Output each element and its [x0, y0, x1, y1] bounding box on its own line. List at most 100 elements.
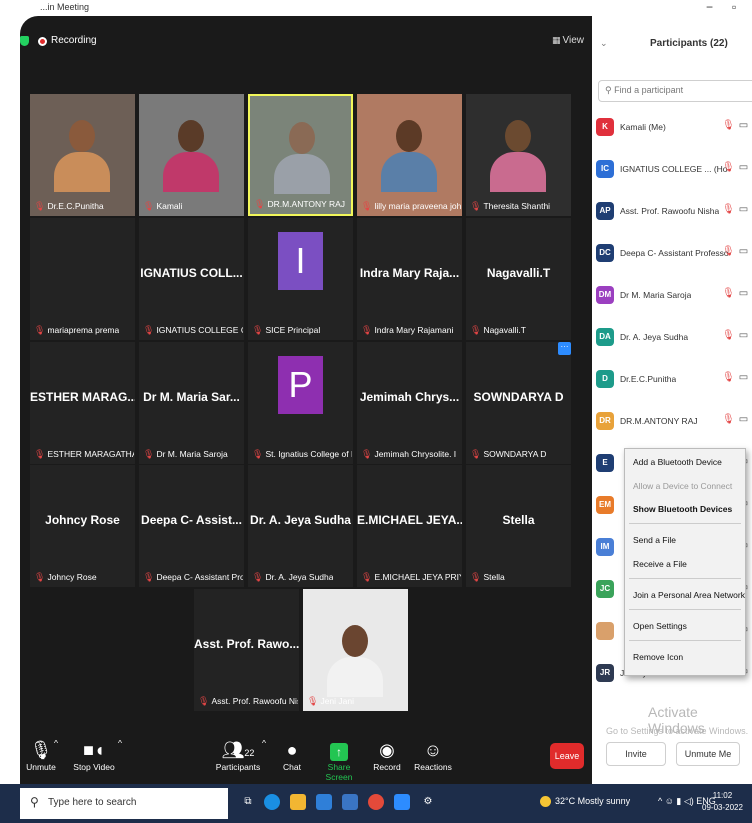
participants-chevron-icon[interactable]: ^: [262, 738, 266, 748]
video-tile[interactable]: Jemimah Chrys... 🎙︎ Jemimah Chrysolite. I: [357, 342, 462, 464]
unmute-label: Unmute: [26, 762, 56, 772]
view-button[interactable]: ▦ View: [552, 35, 584, 46]
mic-muted-icon: 🎙︎: [722, 330, 735, 341]
invite-button[interactable]: Invite: [606, 742, 666, 766]
participant-row[interactable]: DA Dr. A. Jeya Sudha 🎙︎ ▭: [596, 324, 752, 354]
participant-row[interactable]: AP Asst. Prof. Rawoofu Nisha 🎙︎ ▭: [596, 198, 752, 228]
stop-video-label: Stop Video: [73, 762, 115, 772]
video-tile[interactable]: IGNATIUS COLL... 🎙︎IGNATIUS COLLEGE OF ED…: [139, 218, 244, 340]
video-tile[interactable]: Johncy Rose 🎙︎ Johncy Rose: [30, 465, 135, 587]
participant-row[interactable]: D Dr.E.C.Punitha 🎙︎ ▭: [596, 366, 752, 396]
file-explorer-icon[interactable]: [290, 794, 306, 810]
mic-muted-icon: 🎙︎: [722, 120, 735, 131]
menu-add-bluetooth-device[interactable]: Add a Bluetooth Device: [633, 457, 722, 467]
chevron-down-icon[interactable]: ⌄: [600, 38, 608, 49]
store-icon[interactable]: [316, 794, 332, 810]
mic-muted-icon: 🎙︎: [361, 201, 373, 211]
participant-row[interactable]: DC Deepa C- Assistant Professor 🎙︎ ▭: [596, 240, 752, 270]
participant-row[interactable]: IC IGNATIUS COLLEGE ... (Host) ®🎙︎▭: [596, 156, 752, 186]
mic-muted-icon: 🎙︎: [143, 449, 155, 459]
menu-show-bluetooth-devices[interactable]: Show Bluetooth Devices: [633, 504, 732, 514]
clock-date: 09-03-2022: [702, 803, 743, 812]
grid-icon: ▦: [551, 35, 561, 45]
unmute-me-button[interactable]: Unmute Me: [676, 742, 740, 766]
participants-button[interactable]: 👥︎22 Participants: [214, 738, 262, 772]
video-tile[interactable]: Dr. A. Jeya Sudha 🎙︎ Dr. A. Jeya Sudha: [248, 465, 353, 587]
video-tile[interactable]: Asst. Prof. Rawo... 🎙︎ Asst. Prof. Rawoofu…: [194, 589, 299, 711]
camera-icon: ▭: [738, 246, 749, 257]
tile-name-text: Stella: [483, 572, 505, 582]
participant-video-body: [490, 152, 546, 192]
taskbar-search-input[interactable]: ⚲ Type here to search: [20, 788, 228, 819]
tile-name-text: Johncy Rose: [47, 572, 97, 582]
video-options-chevron-icon[interactable]: ^: [118, 738, 122, 748]
participant-row[interactable]: K Kamali (Me) 🎙︎ ▭: [596, 114, 752, 144]
video-tile[interactable]: ESTHER MARAG... 🎙︎ESTHER MARAGATHAMANI: [30, 342, 135, 464]
menu-join-pan[interactable]: Join a Personal Area Network: [633, 590, 745, 600]
video-tile[interactable]: Stella 🎙︎ Stella: [466, 465, 571, 587]
participant-search-input[interactable]: ⚲ Find a participant: [598, 80, 752, 102]
taskbar-clock[interactable]: 11:02 09-03-2022: [702, 790, 743, 814]
video-tile[interactable]: Nagavalli.T 🎙︎ Nagavalli.T: [466, 218, 571, 340]
video-tile[interactable]: 🎙︎ Theresita Shanthi: [466, 94, 571, 216]
edge-browser-icon[interactable]: [264, 794, 280, 810]
record-button[interactable]: ◉ Record: [370, 738, 404, 772]
video-tile[interactable]: Deepa C- Assist... 🎙︎ Deepa C- Assistant P…: [139, 465, 244, 587]
menu-allow-device-connect[interactable]: Allow a Device to Connect: [633, 481, 732, 491]
video-tile[interactable]: 🎙︎ DR.M.ANTONY RAJ: [248, 94, 353, 216]
tile-name-text: lilly maria praveena john: [374, 201, 461, 211]
tile-name-label: 🎙︎ E.MICHAEL JEYA PRIYA: [361, 572, 461, 583]
audio-options-chevron-icon[interactable]: ^: [54, 738, 58, 748]
tile-display-name: Stella: [502, 513, 535, 527]
tile-name-label: 🎙︎ DR.M.ANTONY RAJ: [254, 199, 345, 210]
leave-button[interactable]: Leave: [550, 743, 584, 769]
participant-video-body: [381, 152, 437, 192]
chat-button[interactable]: ● Chat: [278, 738, 306, 772]
video-tile[interactable]: SOWNDARYA D ··· 🎙︎ SOWNDARYA D: [466, 342, 571, 464]
video-tile[interactable]: I 🎙︎ SICE Principal: [248, 218, 353, 340]
video-tile[interactable]: 🎙︎ Dr.E.C.Punitha: [30, 94, 135, 216]
mic-muted-icon: 🎙︎: [198, 696, 210, 706]
menu-receive-file[interactable]: Receive a File: [633, 559, 687, 569]
chrome-icon[interactable]: [368, 794, 384, 810]
participant-search-placeholder: Find a participant: [614, 85, 684, 95]
participant-name: Dr. A. Jeya Sudha: [620, 332, 689, 342]
meeting-area: Recording ▦ View 🎙︎ Dr.E.C.Punitha 🎙︎ Kamali…: [20, 16, 592, 784]
more-options-icon[interactable]: ···: [558, 342, 571, 355]
unmute-button[interactable]: 🎙︎ Unmute: [24, 738, 58, 772]
maximize-button[interactable]: ▫: [732, 0, 736, 14]
shield-icon[interactable]: [20, 36, 29, 46]
video-tile[interactable]: 🎙︎ mariaprema prema: [30, 218, 135, 340]
mic-muted-icon: 🎙︎: [722, 414, 735, 425]
minimize-button[interactable]: −: [706, 0, 713, 14]
menu-divider: [629, 640, 741, 641]
zoom-app-icon[interactable]: [394, 794, 410, 810]
participant-avatar: AP: [596, 202, 614, 220]
weather-widget[interactable]: 32°C Mostly sunny: [540, 796, 631, 808]
tile-name-label: 🎙︎Deepa C- Assistant Profess...: [143, 572, 243, 583]
video-tile[interactable]: 🎙︎ Jeni Jani: [303, 589, 408, 711]
video-tile[interactable]: 🎙︎ lilly maria praveena john: [357, 94, 462, 216]
stop-video-button[interactable]: ■◖ Stop Video: [70, 738, 118, 772]
settings-gear-icon[interactable]: ⚙: [420, 794, 436, 810]
task-view-icon[interactable]: ⧉: [240, 794, 256, 810]
participant-row[interactable]: DR DR.M.ANTONY RAJ 🎙︎ ▭: [596, 408, 752, 438]
menu-send-file[interactable]: Send a File: [633, 535, 676, 545]
tile-display-name: Johncy Rose: [45, 513, 120, 527]
video-tile[interactable]: P 🎙︎St. Ignatius College of Educat...: [248, 342, 353, 464]
menu-open-settings[interactable]: Open Settings: [633, 621, 687, 631]
video-tile[interactable]: Indra Mary Raja... 🎙︎ Indra Mary Rajamani: [357, 218, 462, 340]
video-tile[interactable]: Dr M. Maria Sar... 🎙︎ Dr M. Maria Saroja: [139, 342, 244, 464]
participant-name: Asst. Prof. Rawoofu Nisha: [620, 206, 720, 216]
video-tile[interactable]: E.MICHAEL JEYA... 🎙︎ E.MICHAEL JEYA PRIYA: [357, 465, 462, 587]
share-screen-button[interactable]: ↑ Share Screen: [316, 738, 362, 782]
participant-video-body: [274, 154, 330, 194]
video-tile[interactable]: 🎙︎ Kamali: [139, 94, 244, 216]
meeting-header: Recording ▦ View: [20, 16, 592, 60]
reactions-button[interactable]: ☺ Reactions: [412, 738, 454, 772]
bluetooth-context-menu: Add a Bluetooth Device Allow a Device to…: [624, 448, 746, 676]
participant-row[interactable]: DM Dr M. Maria Saroja 🎙︎ ▭: [596, 282, 752, 312]
weather-text: 32°C Mostly sunny: [555, 796, 631, 806]
menu-remove-icon[interactable]: Remove Icon: [633, 652, 683, 662]
mail-icon[interactable]: [342, 794, 358, 810]
